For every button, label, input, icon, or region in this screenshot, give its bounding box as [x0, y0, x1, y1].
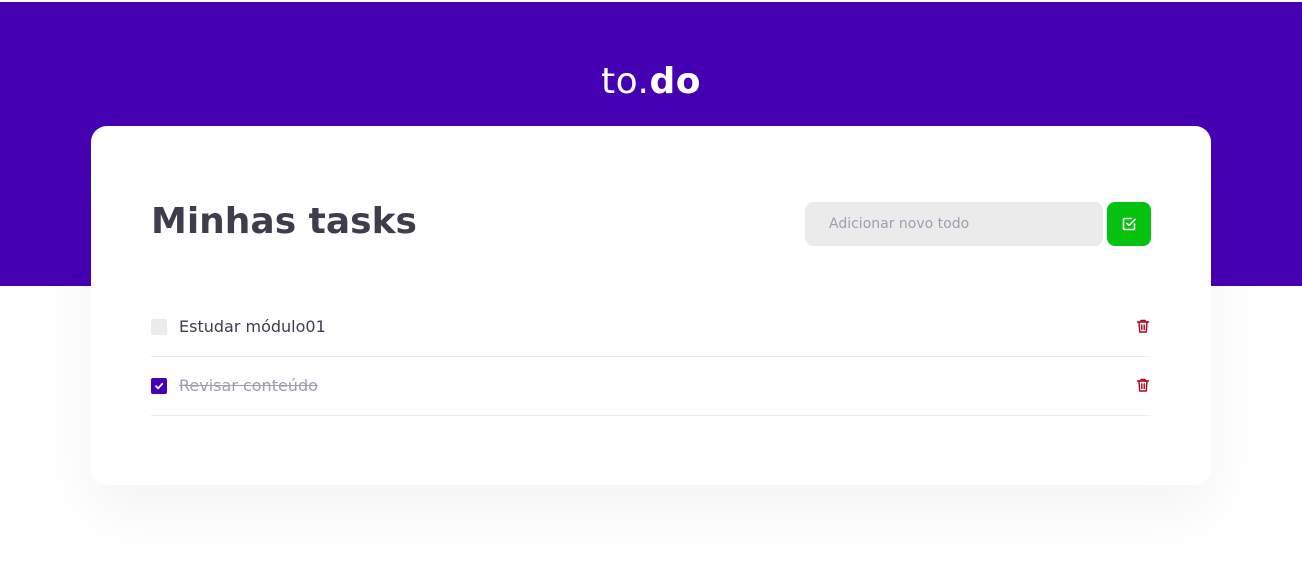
task-title: Estudar módulo01	[179, 317, 326, 336]
logo-light-text: to.	[601, 61, 650, 102]
check-icon	[154, 381, 164, 391]
trash-icon[interactable]	[1135, 377, 1151, 393]
add-todo-button[interactable]	[1107, 202, 1151, 246]
new-todo-input[interactable]	[805, 202, 1103, 246]
task-list: Estudar módulo01 Revisar conteúdo	[151, 298, 1151, 416]
task-item: Revisar conteúdo	[151, 357, 1151, 416]
trash-icon[interactable]	[1135, 318, 1151, 334]
task-title-completed: Revisar conteúdo	[179, 376, 318, 395]
task-item: Estudar módulo01	[151, 298, 1151, 357]
task-checkbox[interactable]	[151, 319, 167, 335]
check-square-icon	[1121, 216, 1137, 232]
tasks-card: Minhas tasks Estudar módulo01	[91, 126, 1211, 485]
logo-bold-text: do	[649, 61, 701, 102]
page-title: Minhas tasks	[151, 201, 417, 242]
task-checkbox-checked[interactable]	[151, 378, 167, 394]
app-logo: to.do	[0, 58, 1302, 106]
